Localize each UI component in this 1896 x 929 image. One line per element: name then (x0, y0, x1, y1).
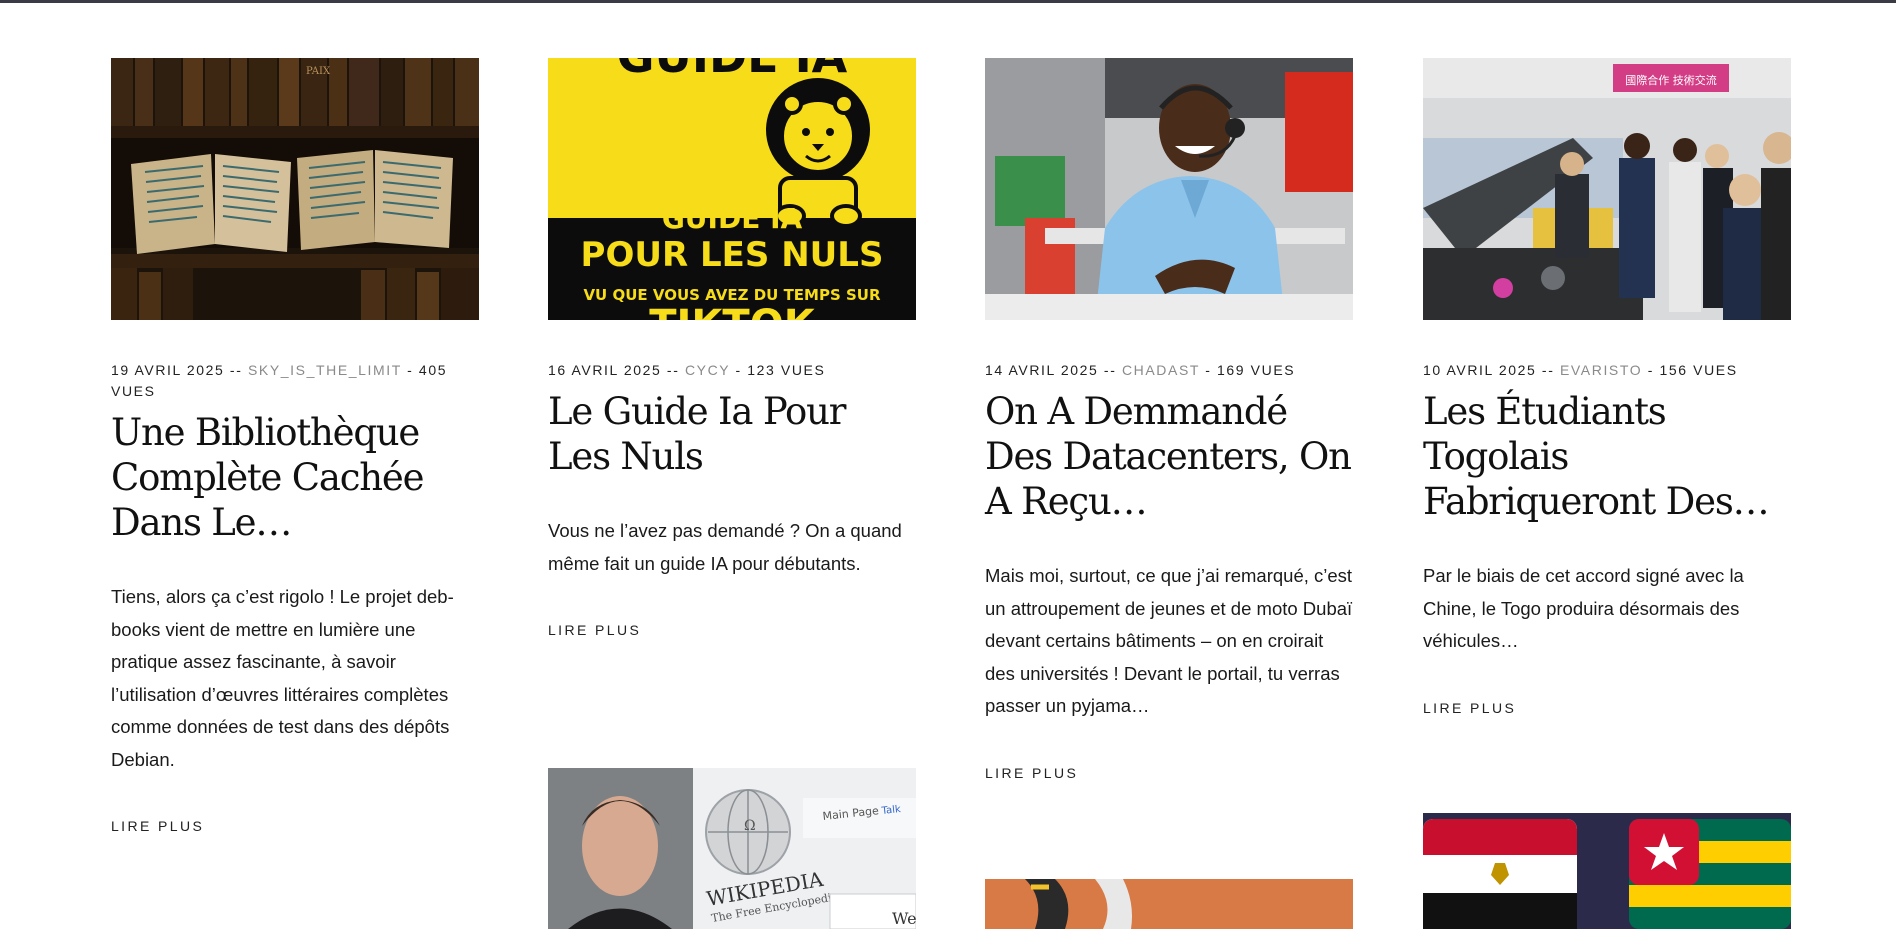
article-excerpt: Mais moi, surtout, ce que j’ai remarqué,… (985, 565, 1353, 716)
egypt-flag-icon (1423, 819, 1577, 929)
article-excerpt: Tiens, alors ça c’est rigolo ! Le projet… (111, 586, 454, 770)
article-image-library[interactable]: PAIX (111, 58, 479, 320)
article-author-link[interactable]: SKY_IS_THE_LIMIT (248, 362, 402, 378)
workshop-photo: 國際合作 技術交流 (1423, 58, 1791, 320)
library-illustration: PAIX (111, 58, 479, 320)
article-views: - 156 VUES (1642, 362, 1738, 378)
article-date: 19 AVRIL 2025 (111, 362, 225, 378)
article-image-call-center[interactable] (985, 58, 1353, 320)
egypt-togo-flags (1423, 813, 1791, 929)
article-excerpt: Par le biais de cet accord signé avec la… (1423, 565, 1744, 651)
article-image-wikipedia[interactable]: Ω Main Page Talk WIKIPEDIA The Free Ency… (548, 768, 916, 929)
read-more-link[interactable]: LIRE PLUS (1423, 700, 1791, 716)
togo-flag-icon (1629, 819, 1791, 929)
cover-line-1: GUIDE IA (662, 202, 803, 235)
article-meta: 14 AVRIL 2025 -- CHADAST - 169 VUES (985, 360, 1353, 381)
article-title-link[interactable]: On A Demmandé Des Datacenters, On A Reçu… (985, 389, 1353, 524)
top-border (0, 0, 1896, 3)
wiki-search-box: We (892, 909, 916, 928)
article-card: PAIX 19 AVRIL 2025 -- SKY_IS_THE_LIMIT -… (111, 58, 479, 834)
read-more-link[interactable]: LIRE PLUS (111, 818, 479, 834)
meta-separator: -- (1098, 362, 1122, 378)
article-title-link[interactable]: Une Bibliothèque Complète Cachée Dans Le… (111, 410, 479, 545)
article-meta: 19 AVRIL 2025 -- SKY_IS_THE_LIMIT - 405 … (111, 360, 479, 402)
article-image-athletics[interactable] (985, 879, 1353, 929)
read-more-link[interactable]: LIRE PLUS (985, 765, 1353, 781)
call-center-photo (985, 58, 1353, 320)
article-author-link[interactable]: CHADAST (1122, 362, 1200, 378)
article-image-flags[interactable] (1423, 813, 1791, 929)
article-date: 16 AVRIL 2025 (548, 362, 662, 378)
article-meta: 16 AVRIL 2025 -- CYCY - 123 VUES (548, 360, 916, 381)
article-card: 14 AVRIL 2025 -- CHADAST - 169 VUES On A… (985, 58, 1353, 781)
article-excerpt: Vous ne l’avez pas demandé ? On a quand … (548, 520, 902, 574)
article-image-workshop[interactable]: 國際合作 技術交流 (1423, 58, 1791, 320)
cover-line-2: POUR LES NULS (581, 235, 884, 275)
meta-separator: -- (661, 362, 685, 378)
read-more-link[interactable]: LIRE PLUS (548, 622, 916, 638)
article-image-guide-ia[interactable]: GUIDE IA GUIDE IA POUR LES NULS VU QUE V… (548, 58, 916, 320)
track-photo (985, 879, 1353, 929)
meta-separator: -- (1536, 362, 1560, 378)
article-author-link[interactable]: CYCY (685, 362, 730, 378)
article-card: 國際合作 技術交流 10 AVRIL 2025 -- EVARISTO - 15… (1423, 58, 1791, 716)
article-title-link[interactable]: Les Étudiants Togolais Fabriqueront Des… (1423, 389, 1791, 524)
guide-ia-cover: GUIDE IA GUIDE IA POUR LES NULS VU QUE V… (548, 58, 916, 320)
article-author-link[interactable]: EVARISTO (1560, 362, 1642, 378)
banner-text: 國際合作 技術交流 (1625, 73, 1717, 87)
article-date: 10 AVRIL 2025 (1423, 362, 1537, 378)
article-card: GUIDE IA GUIDE IA POUR LES NULS VU QUE V… (548, 58, 916, 638)
cover-line-4: TIKTOK (649, 302, 816, 320)
wiki-talk-tab: Talk (880, 804, 901, 817)
wikipedia-photo: Ω Main Page Talk WIKIPEDIA The Free Ency… (548, 768, 916, 929)
article-views: - 169 VUES (1199, 362, 1296, 378)
article-title-link[interactable]: Le Guide Ia Pour Les Nuls (548, 389, 916, 479)
article-date: 14 AVRIL 2025 (985, 362, 1099, 378)
meta-separator: -- (224, 362, 248, 378)
article-meta: 10 AVRIL 2025 -- EVARISTO - 156 VUES (1423, 360, 1791, 381)
book-spine-text: PAIX (306, 66, 331, 77)
article-views: - 123 VUES (730, 362, 826, 378)
globe-glyph: Ω (744, 818, 756, 834)
